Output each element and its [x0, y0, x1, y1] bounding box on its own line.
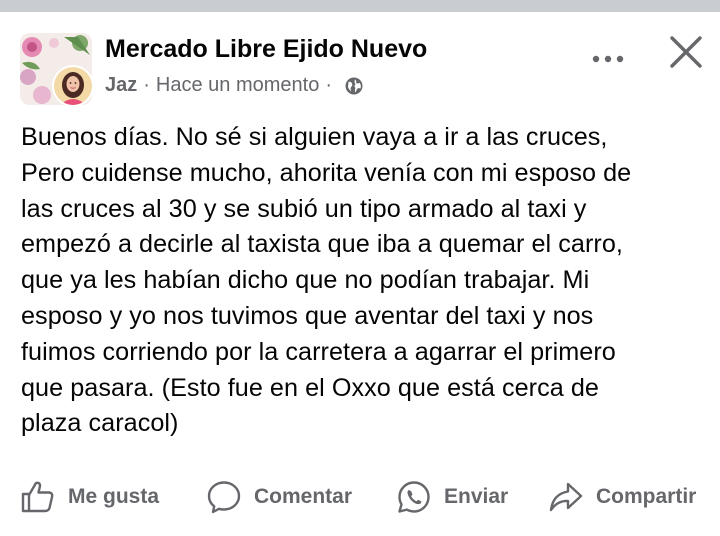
post-avatar[interactable]: [20, 33, 94, 107]
meta-separator-2: ·: [325, 74, 333, 96]
top-divider: [0, 0, 720, 12]
group-name[interactable]: Mercado Libre Ejido Nuevo: [105, 35, 427, 64]
close-icon[interactable]: [668, 34, 704, 70]
share-button[interactable]: Compartir: [548, 476, 696, 518]
like-label: Me gusta: [68, 485, 160, 508]
post-text-line: empezó a decirle al taxista que iba a qu…: [21, 230, 623, 259]
send-whatsapp-button[interactable]: Enviar: [396, 476, 508, 518]
like-button[interactable]: Me gusta: [20, 476, 159, 518]
comment-button[interactable]: Comentar: [206, 476, 352, 518]
post-meta: Jaz · Hace un momento ·: [105, 74, 364, 97]
post-text-line: esposo y yo nos tuvimos que aventar del …: [21, 301, 594, 330]
whatsapp-icon: [398, 481, 430, 513]
post-text-line: que pasara. (Esto fue en el Oxxo que est…: [21, 373, 599, 402]
meta-separator: ·: [143, 74, 150, 96]
send-label: Enviar: [444, 485, 509, 508]
thumbs-up-icon: [21, 481, 54, 513]
comment-icon: [207, 481, 241, 514]
post-card: Mercado Libre Ejido Nuevo Jaz · Hace un …: [0, 12, 720, 536]
action-bar: Me gusta Comentar Enviar Compartir: [0, 476, 720, 536]
post-text-line: fuimos corriendo por la carretera a agar…: [21, 337, 616, 366]
author-name[interactable]: Jaz: [105, 74, 137, 97]
share-icon: [549, 482, 583, 512]
user-avatar[interactable]: [52, 65, 94, 107]
post-text-line: plaza caracol): [21, 409, 179, 438]
post-text-line: las cruces al 30 y se subió un tipo arma…: [21, 194, 587, 223]
comment-label: Comentar: [254, 485, 353, 508]
globe-icon: [344, 76, 364, 96]
post-text-line: Pero cuidense mucho, ahorita venía con m…: [21, 158, 632, 187]
post-text-line: que ya les habían dicho que no podían tr…: [21, 266, 590, 295]
post-text-line: Buenos días. No sé si alguien vaya a ir …: [21, 123, 608, 151]
share-label: Compartir: [596, 485, 697, 508]
post-timestamp[interactable]: Hace un momento: [156, 74, 319, 97]
more-horizontal-icon[interactable]: [588, 44, 628, 74]
post-text: Buenos días. No sé si alguien vaya a ir …: [21, 120, 711, 442]
